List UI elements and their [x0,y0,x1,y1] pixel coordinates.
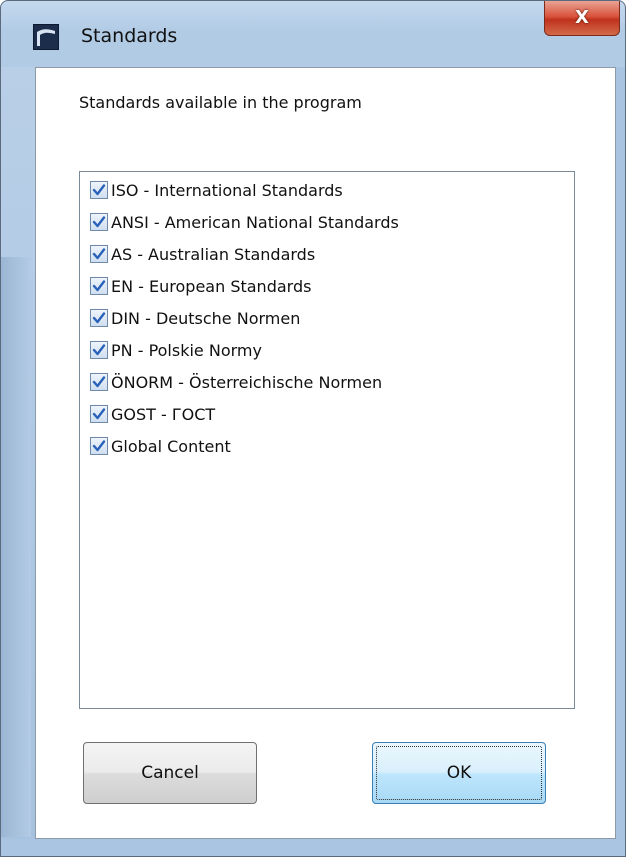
checkbox-iso[interactable] [90,181,108,199]
close-button[interactable]: X [544,1,620,36]
window-title: Standards [81,25,178,47]
app-icon [33,24,59,50]
checkmark-icon [92,344,106,356]
list-item-label: EN - European Standards [111,276,312,296]
checkbox-as[interactable] [90,245,108,263]
bottom-frame [1,839,625,856]
checkmark-icon [92,408,106,420]
checkbox-onorm[interactable] [90,373,108,391]
cancel-button[interactable]: Cancel [83,742,257,804]
list-item-gost[interactable]: GOST - ГОСТ [90,398,560,430]
list-item-label: DIN - Deutsche Normen [111,308,301,328]
checkmark-icon [92,280,106,292]
close-icon: X [575,7,589,28]
list-item-label: PN - Polskie Normy [111,340,262,360]
standards-list[interactable]: ISO - International Standards ANSI - Ame… [79,171,575,709]
list-item-onorm[interactable]: ÖNORM - Österreichische Normen [90,366,560,398]
checkbox-ansi[interactable] [90,213,108,231]
checkbox-gost[interactable] [90,405,108,423]
left-frame [1,67,35,839]
list-item-as[interactable]: AS - Australian Standards [90,238,560,270]
right-frame [616,67,625,839]
checkmark-icon [92,248,106,260]
list-item-label: GOST - ГОСТ [111,404,216,424]
list-item-iso[interactable]: ISO - International Standards [90,174,560,206]
checkbox-din[interactable] [90,309,108,327]
checkmark-icon [92,312,106,324]
checkmark-icon [92,440,106,452]
list-item-label: Global Content [111,436,231,456]
checkbox-en[interactable] [90,277,108,295]
checkmark-icon [92,376,106,388]
checkmark-icon [92,184,106,196]
list-item-label: ÖNORM - Österreichische Normen [111,372,383,392]
title-bar[interactable]: Standards X [1,1,625,67]
list-item-ansi[interactable]: ANSI - American National Standards [90,206,560,238]
list-item-pn[interactable]: PN - Polskie Normy [90,334,560,366]
checkbox-global-content[interactable] [90,437,108,455]
list-item-label: AS - Australian Standards [111,244,316,264]
list-item-label: ANSI - American National Standards [111,212,399,232]
standards-dialog-window: Standards X Standards available in the p… [0,0,626,857]
ok-button[interactable]: OK [372,742,546,804]
list-item-en[interactable]: EN - European Standards [90,270,560,302]
list-item-global-content[interactable]: Global Content [90,430,560,462]
checkmark-icon [92,216,106,228]
list-item-label: ISO - International Standards [111,180,343,200]
checkbox-pn[interactable] [90,341,108,359]
dialog-client-area: Standards available in the program ISO -… [35,67,616,839]
ok-button-label: OK [446,763,472,783]
standards-heading: Standards available in the program [79,93,362,112]
list-item-din[interactable]: DIN - Deutsche Normen [90,302,560,334]
